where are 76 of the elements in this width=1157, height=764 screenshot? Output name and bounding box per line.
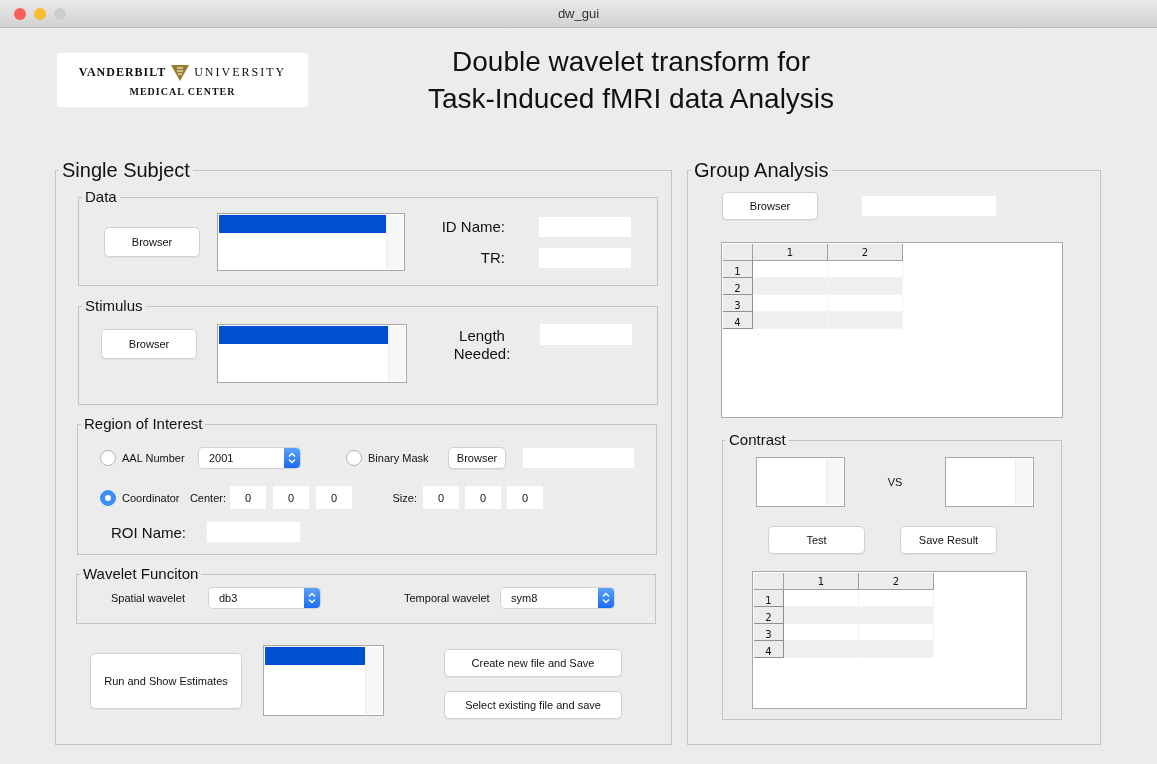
- logo-text: VANDERBILT: [78, 65, 167, 80]
- logo-subtitle: MEDICAL CENTER: [129, 85, 236, 97]
- panel-title: Contrast: [728, 431, 787, 449]
- radio-button[interactable]: [100, 450, 116, 466]
- scrollbar[interactable]: [365, 647, 382, 714]
- list-box[interactable]: [217, 324, 407, 383]
- field-label: TR:: [479, 249, 505, 266]
- versus-label: VS: [886, 476, 904, 488]
- scrollbar[interactable]: [388, 326, 405, 381]
- table-cell[interactable]: [784, 607, 859, 624]
- chevron-up-down-icon: [602, 592, 610, 604]
- text-field[interactable]: 0: [316, 486, 352, 509]
- radio-label[interactable]: AAL Number: [122, 452, 199, 464]
- row-header[interactable]: 2: [723, 278, 753, 295]
- dropdown[interactable]: db3: [209, 588, 320, 608]
- row-header[interactable]: 2: [754, 607, 784, 624]
- row-header[interactable]: 4: [723, 312, 753, 329]
- table-cell[interactable]: [753, 312, 828, 329]
- panel-title: Wavelet Funciton: [82, 565, 200, 583]
- radio-button[interactable]: [346, 450, 362, 466]
- run-button[interactable]: Run and Show Estimates: [90, 653, 242, 709]
- dropdown[interactable]: sym8: [501, 588, 614, 608]
- panel-title: Group Analysis: [693, 159, 830, 181]
- heading-line: Task-Induced fMRI data Analysis: [427, 83, 835, 114]
- row-header[interactable]: 1: [723, 261, 753, 278]
- heading-line: Double wavelet transform for: [452, 46, 810, 77]
- text-field[interactable]: 0: [507, 486, 543, 509]
- close-button[interactable]: [14, 7, 26, 20]
- list-box[interactable]: [217, 213, 405, 271]
- radio-label[interactable]: Binary Mask: [368, 452, 448, 464]
- field-label: ROI Name:: [111, 523, 187, 541]
- panel-title: Single Subject: [61, 159, 191, 181]
- save-button[interactable]: Select existing file and save: [444, 691, 622, 719]
- logo-text: UNIVERSITY: [194, 65, 287, 80]
- field-label: Center:: [188, 491, 226, 504]
- browse-button[interactable]: Browser: [722, 192, 818, 220]
- panel-title: Region of Interest: [83, 415, 204, 433]
- field-label: Temporal wavelet: [404, 592, 491, 604]
- column-header[interactable]: 1: [753, 244, 828, 261]
- row-header[interactable]: 3: [723, 295, 753, 312]
- panel-title: Stimulus: [84, 297, 144, 315]
- radio-label[interactable]: Coordinator: [122, 491, 186, 504]
- row-header[interactable]: 1: [754, 590, 784, 607]
- browse-button[interactable]: Browser: [448, 447, 506, 469]
- panel-title: Data: [84, 188, 118, 206]
- field-label: Length Needed:: [452, 327, 512, 363]
- table-cell[interactable]: [753, 278, 828, 295]
- chevron-up-down-icon: [308, 592, 316, 604]
- save-result-button[interactable]: Save Result: [900, 526, 997, 554]
- save-button[interactable]: Create new file and Save: [444, 649, 622, 677]
- field-label: ID Name:: [440, 218, 505, 235]
- radio-button[interactable]: [100, 489, 116, 506]
- text-field[interactable]: 0: [423, 486, 459, 509]
- column-header[interactable]: 2: [828, 244, 903, 261]
- field-label: Spatial wavelet: [111, 592, 186, 604]
- browse-button[interactable]: Browser: [101, 329, 197, 359]
- test-button[interactable]: Test: [768, 526, 865, 554]
- browse-button[interactable]: Browser: [104, 227, 200, 257]
- field-label: Size:: [391, 491, 417, 504]
- column-header[interactable]: 2: [859, 573, 934, 590]
- text-field[interactable]: 0: [230, 486, 266, 509]
- scrollbar[interactable]: [1015, 459, 1032, 505]
- table-cell[interactable]: [784, 641, 859, 658]
- text-field[interactable]: 0: [465, 486, 501, 509]
- row-header[interactable]: 3: [754, 624, 784, 641]
- column-header[interactable]: 1: [784, 573, 859, 590]
- dropdown[interactable]: 2001: [199, 448, 300, 468]
- list-box[interactable]: [263, 645, 384, 716]
- chevron-up-down-icon: [288, 452, 296, 464]
- minimize-button[interactable]: [34, 7, 46, 20]
- text-field[interactable]: 0: [273, 486, 309, 509]
- scrollbar[interactable]: [386, 215, 403, 269]
- window-title: dw_gui: [557, 6, 600, 21]
- scrollbar[interactable]: [826, 459, 843, 505]
- shield-logo-icon: [170, 63, 191, 82]
- row-header[interactable]: 4: [754, 641, 784, 658]
